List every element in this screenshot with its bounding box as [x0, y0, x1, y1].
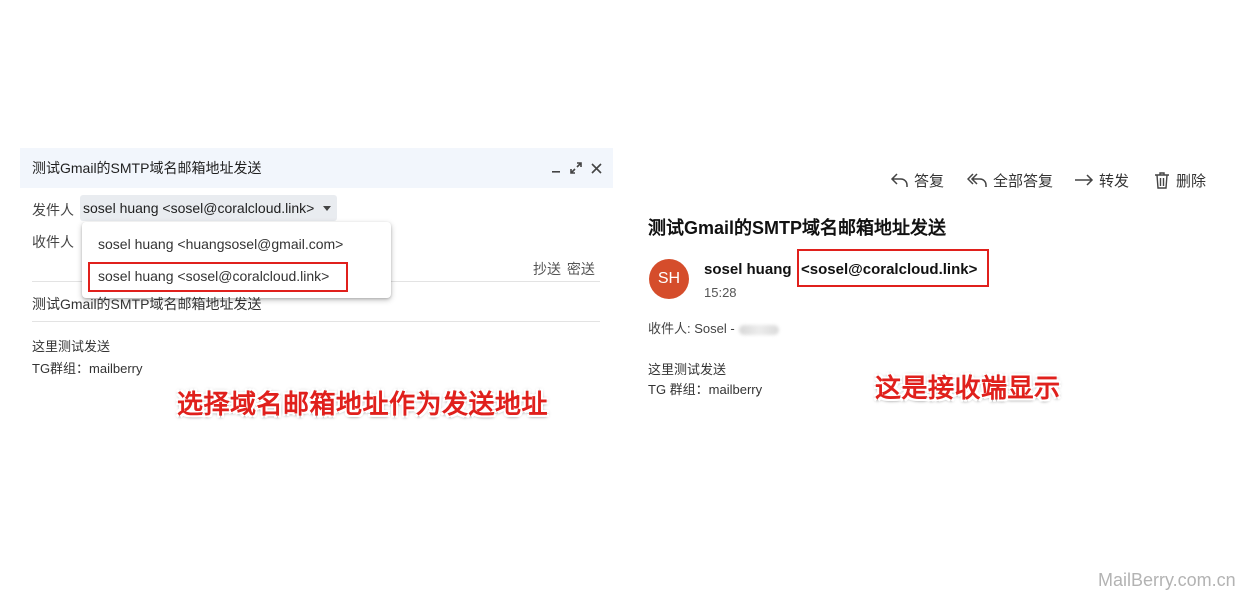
reply-all-button[interactable]: 全部答复 [967, 168, 1053, 192]
highlight-box [88, 262, 348, 292]
reply-button[interactable]: 答复 [890, 168, 944, 192]
delete-label: 删除 [1176, 172, 1207, 190]
expand-icon[interactable] [566, 148, 586, 188]
sender-name: sosel huang [704, 261, 792, 278]
subject-field[interactable]: 测试Gmail的SMTP域名邮箱地址发送 [32, 294, 261, 314]
cc-bcc-links[interactable]: 抄送 密送 [533, 259, 595, 279]
highlight-box [797, 249, 989, 287]
subject-divider [32, 321, 600, 322]
email-time: 15:28 [704, 285, 737, 300]
forward-label: 转发 [1099, 172, 1130, 190]
caption-right: 这是接收端显示 [875, 373, 1061, 403]
avatar: SH [649, 259, 689, 299]
forward-icon [1075, 174, 1094, 186]
compose-title: 测试Gmail的SMTP域名邮箱地址发送 [32, 160, 262, 176]
caption-left: 选择域名邮箱地址作为发送地址 [177, 389, 549, 419]
email-body-line2: TG 群组：mailberry [648, 382, 763, 397]
watermark: MailBerry.com.cn [1098, 570, 1236, 590]
recipient-text: 收件人: Sosel - [648, 321, 735, 336]
compose-header: 测试Gmail的SMTP域名邮箱地址发送 [20, 148, 613, 188]
reply-all-label: 全部答复 [993, 172, 1054, 190]
body-text-line1[interactable]: 这里测试发送 [32, 336, 110, 355]
delete-button[interactable]: 删除 [1152, 168, 1206, 192]
from-select-value: sosel huang <sosel@coralcloud.link> [83, 200, 315, 216]
avatar-initials: SH [657, 270, 681, 287]
to-label[interactable]: 收件人 [32, 232, 74, 252]
close-icon[interactable] [586, 148, 606, 188]
reply-all-icon [967, 173, 987, 187]
reply-label: 答复 [914, 172, 945, 190]
email-subject: 测试Gmail的SMTP域名邮箱地址发送 [648, 218, 947, 238]
reply-icon [890, 173, 908, 187]
trash-icon [1155, 172, 1169, 189]
from-label: 发件人 [32, 202, 74, 218]
from-select[interactable]: sosel huang <sosel@coralcloud.link> [80, 195, 338, 221]
body-text-line2[interactable]: TG群组：mailberry [32, 358, 143, 377]
from-option-gmail[interactable]: sosel huang <huangsosel@gmail.com> [98, 236, 343, 252]
chevron-down-icon [323, 205, 332, 211]
recipient-line: 收件人: Sosel - [648, 318, 779, 337]
email-body-line1: 这里测试发送 [648, 362, 727, 377]
forward-button[interactable]: 转发 [1073, 168, 1129, 192]
redacted-recipient [738, 324, 779, 335]
minimize-icon[interactable] [546, 148, 566, 188]
